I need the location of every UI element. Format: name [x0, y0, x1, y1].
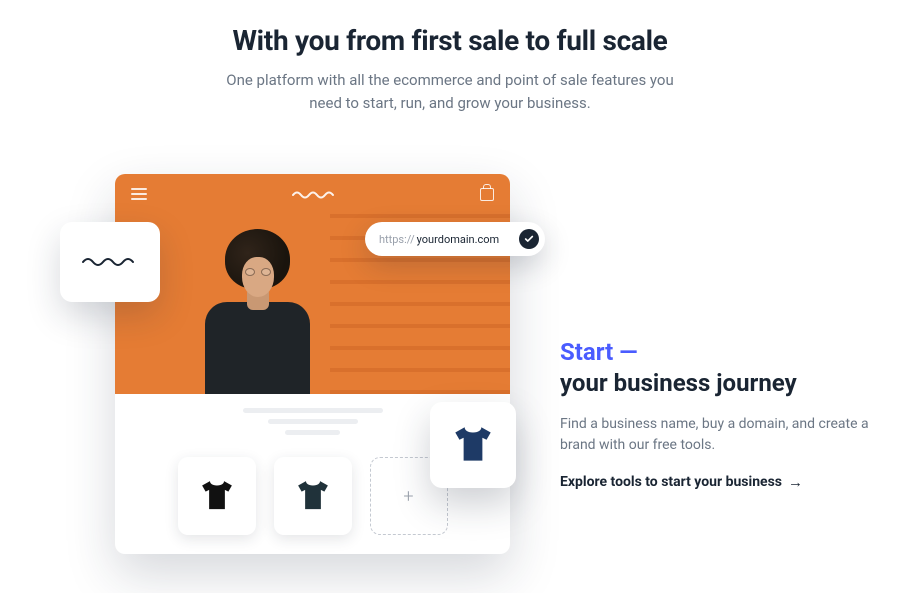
domain-pill[interactable]: https:// yourdomain.com	[365, 222, 545, 256]
panel-desc: Find a business name, buy a domain, and …	[560, 414, 870, 457]
hero-subtitle: One platform with all the ecommerce and …	[220, 69, 680, 114]
tshirt-icon	[448, 420, 498, 470]
skeleton-line	[285, 430, 340, 435]
squiggle-icon	[81, 255, 139, 269]
person-illustration	[190, 224, 325, 394]
tshirt-icon	[196, 475, 238, 517]
panel-heading-start: Start —	[560, 338, 637, 366]
skeleton-line	[268, 419, 358, 424]
plus-icon: +	[403, 486, 413, 507]
hamburger-icon[interactable]	[131, 188, 147, 200]
arrow-right-icon: →	[788, 473, 803, 491]
brand-logo-card	[60, 222, 160, 302]
panel-heading-rest: your business journey	[560, 369, 797, 397]
hero-title: With you from first sale to full scale	[40, 24, 860, 57]
store-header	[115, 174, 510, 214]
skeleton-line	[243, 408, 383, 413]
url-domain: yourdomain.com	[417, 233, 500, 246]
explore-link[interactable]: Explore tools to start your business →	[560, 473, 803, 491]
tshirt-icon	[292, 475, 334, 517]
explore-link-label: Explore tools to start your business	[560, 474, 782, 490]
product-tile[interactable]	[274, 457, 352, 535]
check-icon	[519, 229, 539, 249]
store-logo-icon	[292, 185, 336, 204]
product-tile[interactable]	[178, 457, 256, 535]
product-tile-floating[interactable]	[430, 402, 516, 488]
store-mockup: + https:// yourdomain.com	[30, 154, 530, 564]
url-protocol: https://	[379, 233, 415, 246]
panel-heading: Start — your business journey	[560, 337, 870, 399]
bag-icon[interactable]	[480, 188, 494, 201]
